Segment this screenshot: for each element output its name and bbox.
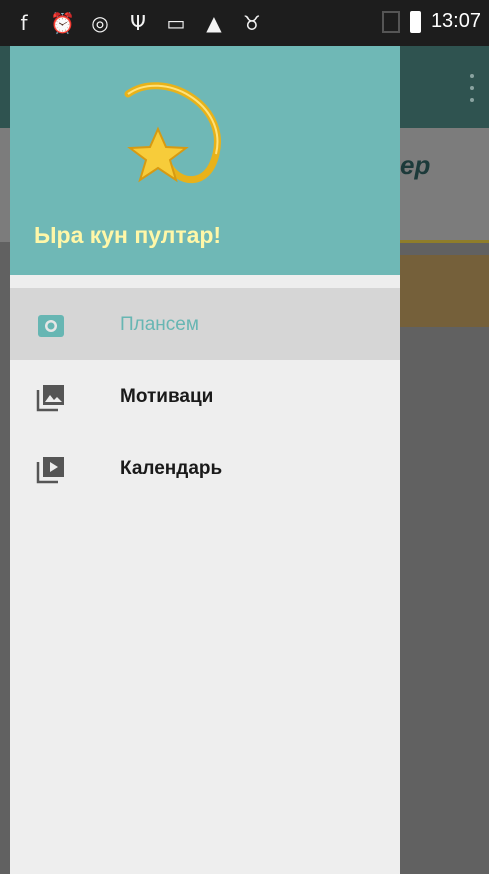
battery-icon: [409, 10, 421, 33]
drawer-item-plans[interactable]: Плансем: [10, 288, 400, 360]
overflow-menu-icon[interactable]: [469, 74, 475, 102]
drawer-menu: Плансем Мотиваци Календарь: [10, 288, 400, 504]
camera-icon: [38, 315, 64, 337]
status-time: 13:07: [430, 10, 481, 32]
drawer-header-title: Ыра кун пултар!: [34, 222, 222, 248]
warning-icon: ▲: [206, 11, 222, 35]
photo-library-icon: [36, 385, 64, 412]
drawer-header: Ыра кун пултар!: [10, 46, 400, 275]
facebook-icon: f: [20, 11, 28, 35]
app-divider: [400, 240, 489, 243]
app-title-fragment: ep: [400, 150, 431, 180]
drawer-item-calendar[interactable]: Календарь: [10, 432, 400, 504]
shooting-star-icon: [124, 82, 221, 184]
usb-icon: Ψ: [130, 11, 146, 35]
navigation-drawer: Ыра кун пултар! Плансем Мотиваци Календа…: [10, 46, 400, 874]
image-icon: ▭: [166, 11, 186, 35]
drawer-item-label: Мотиваци: [120, 386, 214, 407]
status-bar: f ⏰ ◎ Ψ ▭ ▲ ♉ 13:07: [0, 0, 489, 46]
app-banner: [400, 255, 489, 327]
no-sim-icon: [381, 10, 400, 33]
drawer-item-label: Плансем: [120, 314, 199, 335]
drawer-item-label: Календарь: [120, 458, 223, 479]
drawer-item-motivation[interactable]: Мотиваци: [10, 360, 400, 432]
android-icon: ♉: [243, 11, 261, 35]
video-library-icon: [36, 457, 64, 484]
instagram-icon: ◎: [91, 11, 109, 35]
alarm-icon: ⏰: [50, 11, 75, 35]
